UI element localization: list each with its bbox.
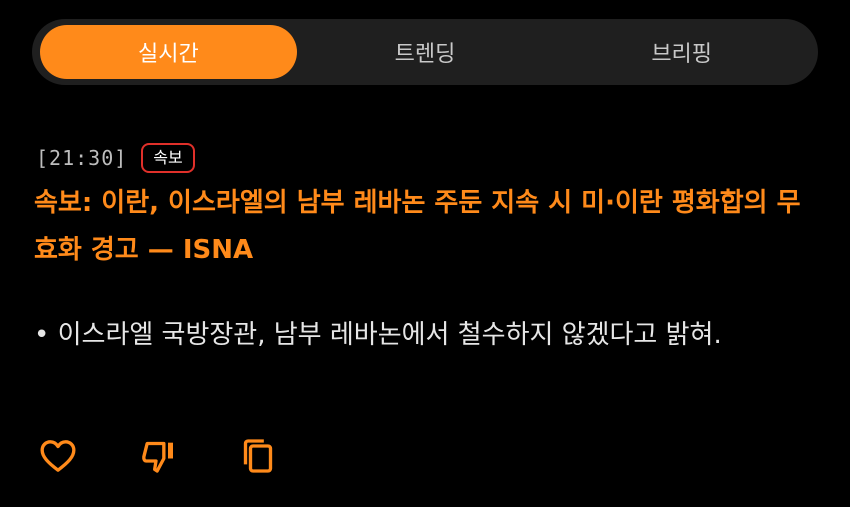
article-bullet: • 이스라엘 국방장관, 남부 레바논에서 철수하지 않겠다고 밝혀. <box>34 320 722 350</box>
dislike-button[interactable] <box>136 434 180 478</box>
action-bar <box>36 434 280 478</box>
article-meta: [21:30] 속보 <box>36 143 195 173</box>
breaking-badge: 속보 <box>141 143 195 173</box>
heart-icon <box>40 440 76 472</box>
tab-bar: 실시간 트렌딩 브리핑 <box>32 19 818 85</box>
tab-briefing[interactable]: 브리핑 <box>553 25 810 79</box>
tab-realtime[interactable]: 실시간 <box>40 25 297 79</box>
thumbs-down-icon <box>142 441 173 473</box>
tab-trending[interactable]: 트렌딩 <box>297 25 554 79</box>
timestamp: [21:30] <box>36 146 128 170</box>
like-button[interactable] <box>36 434 80 478</box>
article-headline[interactable]: 속보: 이란, 이스라엘의 남부 레바논 주둔 지속 시 미·이란 평화합의 무… <box>34 180 814 274</box>
copy-button[interactable] <box>236 434 280 478</box>
copy-icon <box>243 439 273 473</box>
